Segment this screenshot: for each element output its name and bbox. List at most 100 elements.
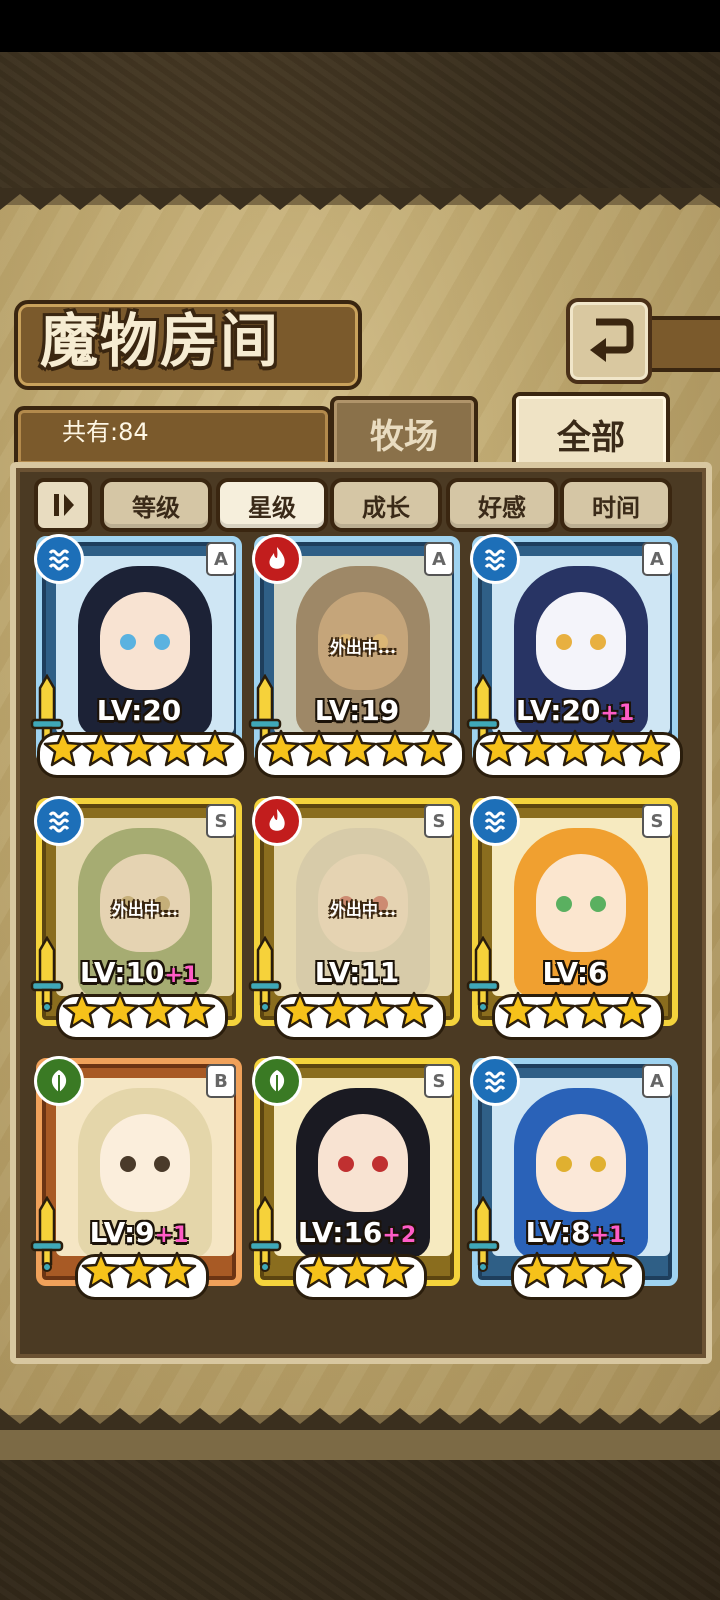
element-badge — [252, 796, 302, 846]
away-status: 外出中... — [111, 900, 179, 919]
star-icon — [375, 728, 415, 768]
star-icon — [574, 990, 614, 1030]
star-rating — [36, 728, 242, 772]
level-bonus: +1 — [590, 1223, 625, 1248]
rank-badge: S — [642, 804, 672, 838]
monster-card[interactable]: S LV:16+2 — [248, 1056, 460, 1300]
element-badge — [470, 796, 520, 846]
star-rating — [254, 728, 460, 772]
rank-badge: A — [424, 542, 454, 576]
star-icon — [612, 990, 652, 1030]
star-icon — [536, 990, 576, 1030]
level-bonus: +1 — [164, 963, 199, 988]
monster-card[interactable]: 外出中... S LV:10+1 — [30, 796, 242, 1040]
level-value: LV:16 — [297, 1216, 383, 1249]
star-rating — [254, 990, 460, 1034]
monster-card[interactable]: A LV:20+1 — [466, 534, 683, 778]
star-icon — [119, 728, 159, 768]
star-icon — [138, 990, 178, 1030]
star-icon — [498, 990, 538, 1030]
sort-order-toggle[interactable] — [34, 478, 92, 532]
sort-button-4[interactable]: 好感 — [446, 478, 558, 532]
star-icon — [43, 728, 83, 768]
star-icon — [119, 1250, 159, 1290]
element-badge — [34, 534, 84, 584]
star-icon — [299, 728, 339, 768]
level-label: LV:8+1 — [472, 1216, 678, 1249]
star-rating — [36, 1250, 242, 1294]
star-icon — [593, 728, 633, 768]
star-icon — [157, 728, 197, 768]
sort-button-2[interactable]: 星级 — [216, 478, 328, 532]
star-icon — [479, 728, 519, 768]
sort-button-1[interactable]: 等级 — [100, 478, 212, 532]
zigzag-border-top — [0, 188, 720, 210]
rank-badge: S — [206, 804, 236, 838]
star-icon — [631, 728, 671, 768]
level-value: LV:19 — [314, 694, 400, 727]
star-icon — [555, 1250, 595, 1290]
back-button[interactable] — [566, 298, 652, 384]
level-label: LV:20 — [36, 694, 242, 727]
rank-badge: A — [206, 542, 236, 576]
star-icon — [337, 728, 377, 768]
fire-element-icon — [269, 809, 285, 831]
monster-card[interactable]: S LV:6 — [466, 796, 678, 1040]
page-title: 魔物房间 — [40, 307, 281, 375]
sort-direction-icon — [54, 494, 74, 516]
star-icon — [299, 1250, 339, 1290]
level-value: LV:9 — [89, 1216, 155, 1249]
level-bonus: +1 — [154, 1223, 189, 1248]
monster-card[interactable]: B LV:9+1 — [30, 1056, 242, 1300]
rank-badge: A — [642, 542, 672, 576]
level-value: LV:8 — [525, 1216, 591, 1249]
level-bonus: +1 — [600, 701, 635, 726]
water-element-icon — [484, 549, 506, 571]
leaf-element-icon — [51, 1070, 67, 1092]
level-label: LV:6 — [472, 956, 678, 989]
level-label: LV:20+1 — [472, 694, 678, 727]
rank-badge: S — [424, 804, 454, 838]
sort-button-3[interactable]: 成长 — [330, 478, 442, 532]
star-icon — [195, 728, 235, 768]
star-icon — [318, 990, 358, 1030]
star-rating — [472, 728, 678, 772]
star-icon — [517, 1250, 557, 1290]
water-element-icon — [48, 811, 70, 833]
star-icon — [375, 1250, 415, 1290]
zigzag-border-bottom — [0, 1408, 720, 1430]
level-value: LV:6 — [542, 956, 608, 989]
star-icon — [176, 990, 216, 1030]
star-icon — [394, 990, 434, 1030]
tab-farm[interactable]: 牧场 — [330, 396, 478, 470]
star-rating — [36, 990, 242, 1034]
level-label: LV:10+1 — [36, 956, 242, 989]
star-icon — [157, 1250, 197, 1290]
star-rating — [254, 1250, 460, 1294]
level-label: LV:19 — [254, 694, 460, 727]
level-value: LV:20 — [96, 694, 182, 727]
level-value: LV:20 — [515, 694, 601, 727]
monster-card[interactable]: A LV:20 — [30, 534, 247, 778]
sort-button-5[interactable]: 时间 — [560, 478, 672, 532]
monster-card[interactable]: A LV:8+1 — [466, 1056, 678, 1300]
rank-badge: S — [424, 1064, 454, 1098]
rank-badge: A — [642, 1064, 672, 1098]
level-value: LV:10 — [79, 956, 165, 989]
star-rating — [472, 990, 678, 1034]
level-label: LV:9+1 — [36, 1216, 242, 1249]
star-icon — [517, 728, 557, 768]
monster-card[interactable]: 外出中... S LV:11 — [248, 796, 460, 1040]
monster-count: 共有:84 — [62, 418, 149, 446]
water-element-icon — [484, 811, 506, 833]
monster-card[interactable]: 外出中... A LV:19 — [248, 534, 465, 778]
star-icon — [593, 1250, 633, 1290]
level-value: LV:11 — [314, 956, 400, 989]
element-badge — [252, 534, 302, 584]
level-label: LV:16+2 — [254, 1216, 460, 1249]
element-badge — [470, 534, 520, 584]
star-icon — [555, 728, 595, 768]
star-icon — [100, 990, 140, 1030]
star-icon — [413, 728, 453, 768]
away-status: 外出中... — [329, 900, 397, 919]
